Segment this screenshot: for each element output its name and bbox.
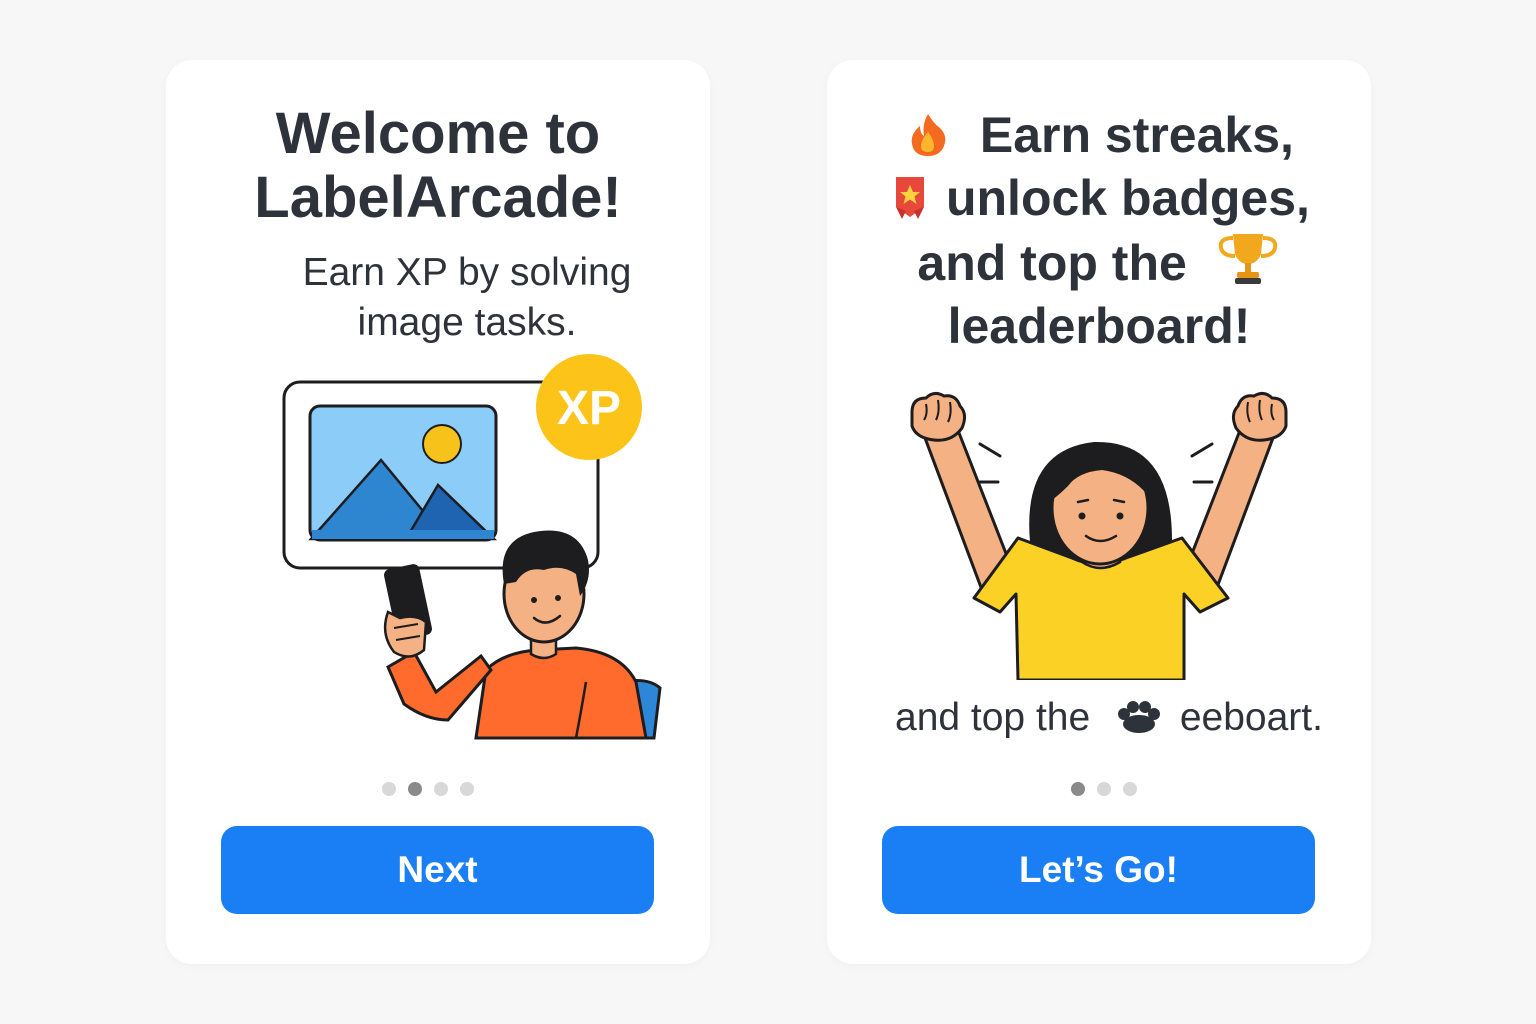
- fire-icon: [911, 114, 946, 156]
- trophy-icon: [1218, 234, 1277, 284]
- person-with-phone-illustration: XP: [282, 354, 662, 740]
- pagination-dots: [166, 782, 710, 796]
- sun-icon: [422, 424, 462, 464]
- subtitle-line: Earn XP by solving: [302, 251, 632, 294]
- pagination-dots: [827, 782, 1371, 796]
- title-text: and top the: [917, 235, 1187, 291]
- pagination-dot[interactable]: [1123, 782, 1137, 796]
- title-line: LabelArcade!: [254, 165, 622, 230]
- title-line: and top the: [827, 230, 1371, 295]
- lets-go-button[interactable]: Let’s Go!: [882, 826, 1315, 914]
- paw-icon: [1118, 701, 1161, 733]
- badge-ribbon-icon: [896, 177, 925, 219]
- pagination-dot[interactable]: [460, 782, 474, 796]
- pagination-dot[interactable]: [434, 782, 448, 796]
- title-text: Earn streaks,: [979, 107, 1294, 163]
- next-button[interactable]: Next: [221, 826, 654, 914]
- xp-badge-label: XP: [557, 382, 621, 435]
- pagination-dot[interactable]: [382, 782, 396, 796]
- page-title: Welcome to LabelArcade!: [166, 102, 710, 230]
- title-line: Earn streaks,: [827, 104, 1371, 167]
- title-text: unlock badges,: [945, 170, 1310, 226]
- celebrating-woman-illustration: [910, 391, 1288, 680]
- onboarding-card-welcome: Welcome to LabelArcade! Earn XP by solvi…: [166, 60, 710, 964]
- page-title: Earn streaks, unlock badges, and top the…: [827, 104, 1371, 358]
- pagination-dot-active[interactable]: [408, 782, 422, 796]
- pagination-dot[interactable]: [1097, 782, 1111, 796]
- caption-text: eeboart.: [1179, 696, 1323, 739]
- title-line: Welcome to: [275, 101, 601, 166]
- shirt: [474, 646, 648, 740]
- title-line: unlock badges,: [827, 167, 1371, 230]
- subtitle-line: image tasks.: [357, 301, 577, 344]
- pagination-dot-active[interactable]: [1071, 782, 1085, 796]
- onboarding-card-rewards: Earn streaks, unlock badges, and top the…: [827, 60, 1371, 964]
- caption-text: and top the: [895, 696, 1091, 739]
- subtitle: Earn XP by solving image tasks.: [284, 248, 650, 348]
- title-line: leaderboard!: [947, 298, 1251, 354]
- caption: and top the eeboart.: [895, 696, 1323, 740]
